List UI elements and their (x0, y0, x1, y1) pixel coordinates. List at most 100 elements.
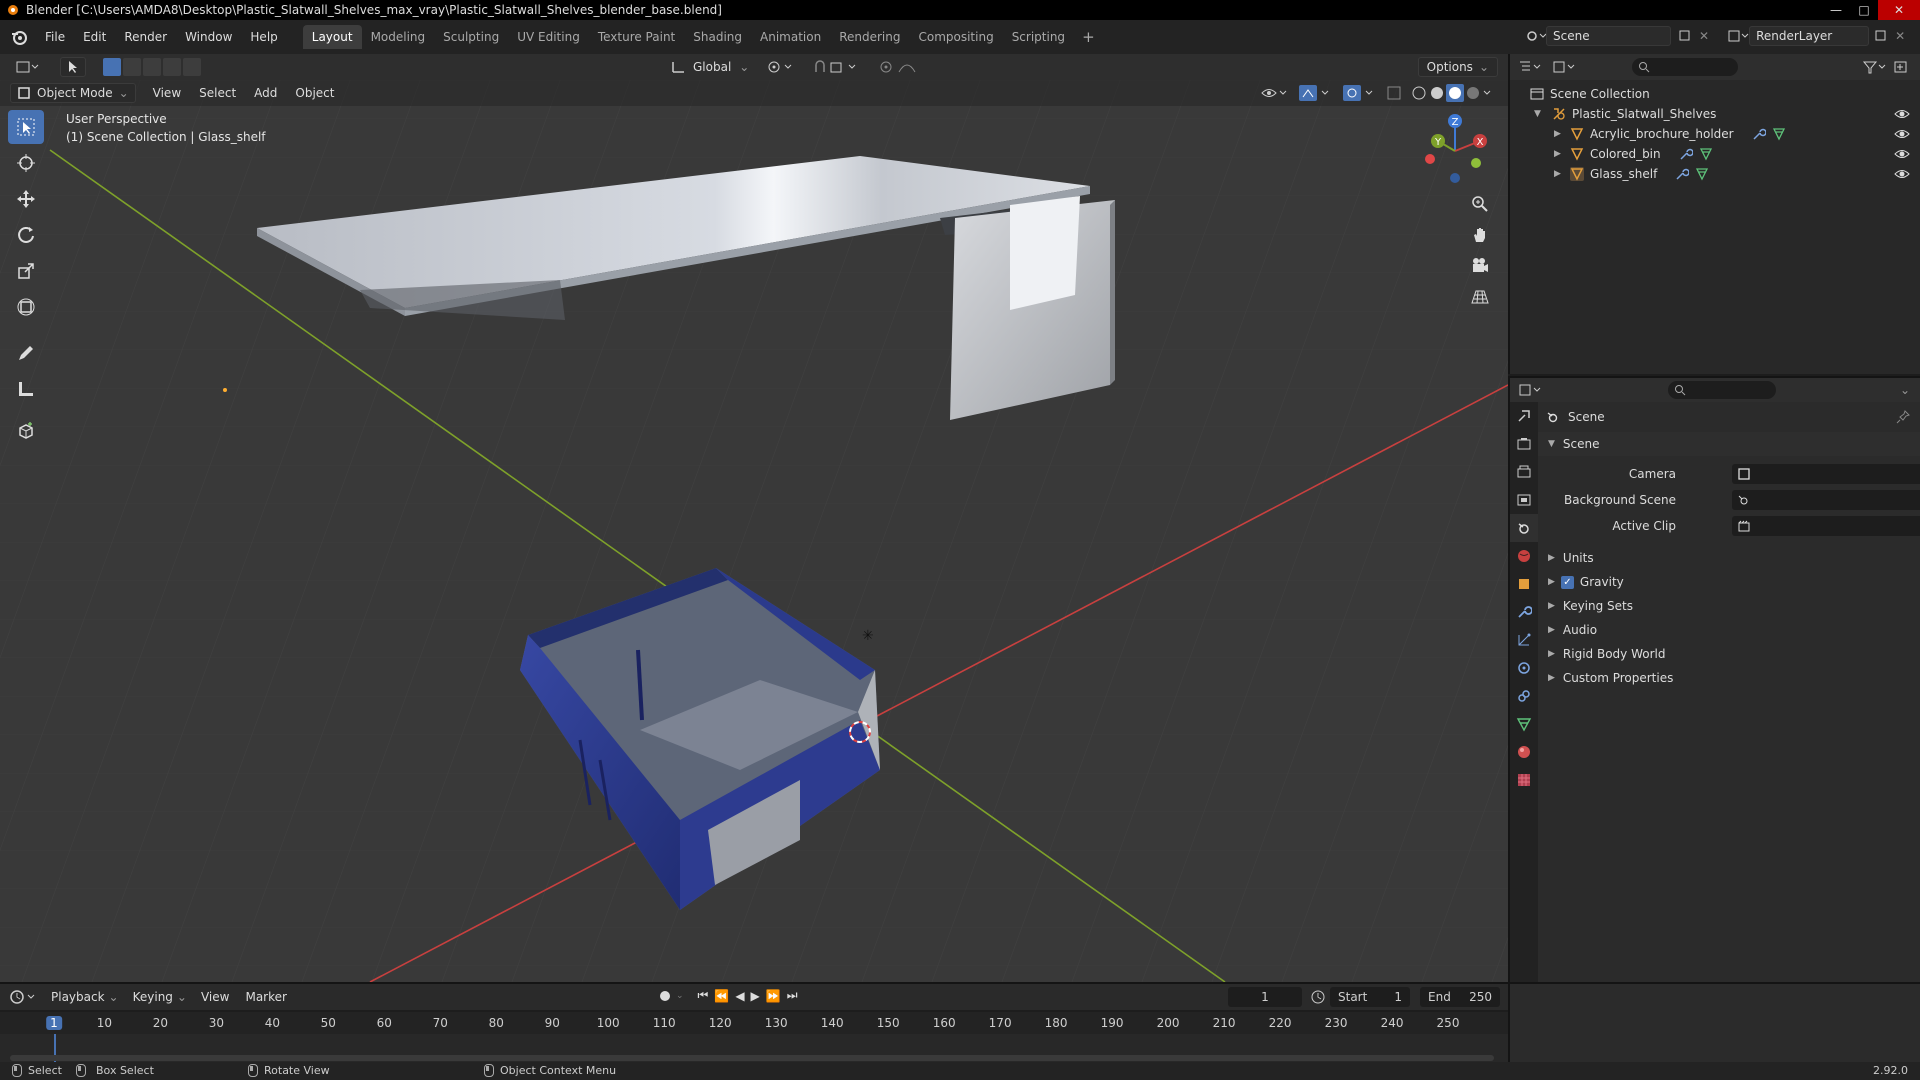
shading-mode-icons[interactable] (1410, 84, 1494, 102)
end-frame-field[interactable]: End 250 (1420, 987, 1500, 1007)
active-clip-field[interactable] (1732, 516, 1920, 536)
panel-audio-header[interactable]: ▶ Audio (1538, 618, 1920, 642)
current-frame-field[interactable]: 1 (1228, 987, 1302, 1007)
3d-viewport[interactable]: ✳ (0, 80, 1508, 982)
display-mode-icon[interactable] (1552, 59, 1578, 75)
pivot-point-icon[interactable] (762, 57, 802, 77)
acrylic-brochure-holder-object[interactable] (950, 196, 1115, 420)
tab-view-layer[interactable] (1510, 486, 1538, 514)
tab-sculpting[interactable]: Sculpting (434, 25, 508, 49)
eye-icon[interactable] (1894, 106, 1910, 122)
annotate-tool[interactable] (8, 336, 44, 370)
jump-end-icon[interactable]: ⏭ (787, 988, 798, 1003)
tab-scripting[interactable]: Scripting (1003, 25, 1074, 49)
move-tool[interactable] (8, 182, 44, 216)
chevron-down-icon[interactable]: ⌄ (676, 991, 684, 1001)
panel-rigid-body-world-header[interactable]: ▶ Rigid Body World (1538, 642, 1920, 666)
transform-orientation-dropdown[interactable]: Global ⌄ (666, 57, 754, 77)
add-workspace-button[interactable]: + (1074, 28, 1103, 46)
scene-icon[interactable] (1524, 28, 1546, 44)
scene-name-field[interactable]: Scene (1546, 26, 1671, 46)
tab-texture-paint[interactable]: Texture Paint (589, 25, 684, 49)
expand-right-icon[interactable]: ▶ (1554, 149, 1566, 159)
menu-add[interactable]: Add (249, 83, 282, 103)
tab-uv-editing[interactable]: UV Editing (508, 25, 589, 49)
zoom-icon[interactable] (1466, 190, 1494, 218)
select-mode-buttons[interactable] (98, 57, 206, 77)
select-invert-icon[interactable] (163, 58, 181, 76)
menu-render[interactable]: Render (115, 30, 176, 44)
properties-search-input[interactable] (1668, 381, 1776, 399)
start-frame-field[interactable]: Start 1 (1330, 987, 1410, 1007)
blender-logo-icon[interactable] (10, 28, 28, 46)
pan-hand-icon[interactable] (1466, 221, 1494, 249)
record-icon[interactable] (660, 990, 670, 1001)
select-tool-icon[interactable] (60, 57, 86, 77)
snap-icon[interactable] (808, 57, 868, 77)
panel-custom-properties-header[interactable]: ▶ Custom Properties (1538, 666, 1920, 690)
menu-object[interactable]: Object (290, 83, 339, 103)
panel-gravity-header[interactable]: ▶ ✓ Gravity (1538, 570, 1920, 594)
outliner-collection-row[interactable]: ▼ Plastic_Slatwall_Shelves (1510, 104, 1920, 124)
close-button[interactable]: ✕ (1878, 0, 1920, 20)
editor-type-icon[interactable] (1518, 382, 1544, 398)
tab-rendering[interactable]: Rendering (830, 25, 909, 49)
menu-file[interactable]: File (36, 30, 74, 44)
panel-keying-sets-header[interactable]: ▶ Keying Sets (1538, 594, 1920, 618)
expand-right-icon[interactable]: ▶ (1554, 129, 1566, 139)
outliner-object-glass-shelf[interactable]: ▶ Glass_shelf (1510, 164, 1920, 184)
eye-icon[interactable] (1894, 146, 1910, 162)
tab-shading[interactable]: Shading (684, 25, 751, 49)
camera-view-icon[interactable] (1466, 252, 1494, 280)
tab-render[interactable] (1510, 430, 1538, 458)
navigation-gizmo[interactable]: Z X Y (1410, 106, 1500, 196)
neg-x-axis-handle[interactable] (1425, 154, 1435, 164)
panel-units-header[interactable]: ▶ Units (1538, 546, 1920, 570)
menu-edit[interactable]: Edit (74, 30, 115, 44)
timeline-scrollbar[interactable] (10, 1055, 1494, 1061)
camera-field[interactable] (1732, 464, 1920, 484)
view-layer-icon[interactable] (1727, 28, 1749, 44)
tab-particles[interactable] (1510, 626, 1538, 654)
copy-icon[interactable] (1677, 28, 1693, 44)
new-collection-icon[interactable] (1892, 59, 1912, 75)
close-small-icon[interactable]: ✕ (1699, 29, 1709, 43)
select-extend-icon[interactable] (123, 58, 141, 76)
editor-type-icon[interactable] (10, 57, 46, 77)
outliner-object-acrylic-brochure-holder[interactable]: ▶ Acrylic_brochure_holder (1510, 124, 1920, 144)
select-subtract-icon[interactable] (143, 58, 161, 76)
minimize-button[interactable]: — (1822, 0, 1850, 20)
tab-output[interactable] (1510, 458, 1538, 486)
view-layer-field[interactable]: RenderLayer (1749, 26, 1870, 46)
tab-modifiers[interactable] (1510, 598, 1538, 626)
eye-icon[interactable] (1894, 126, 1910, 142)
tab-compositing[interactable]: Compositing (909, 25, 1002, 49)
modifier-wrench-icon[interactable] (1675, 167, 1690, 181)
outliner-search-input[interactable] (1632, 58, 1738, 76)
gravity-checkbox[interactable]: ✓ (1560, 575, 1574, 589)
select-box-tool[interactable] (8, 110, 44, 144)
modifier-wrench-icon[interactable] (1752, 127, 1766, 141)
use-preview-range-icon[interactable] (1310, 989, 1326, 1005)
tab-data[interactable] (1510, 710, 1538, 738)
xray-icon[interactable] (1386, 85, 1402, 101)
expand-right-icon[interactable]: ▶ (1554, 169, 1566, 179)
menu-marker[interactable]: Marker (240, 987, 291, 1007)
tab-constraints[interactable] (1510, 682, 1538, 710)
playback-menu[interactable]: Playback ⌄ (46, 987, 124, 1007)
tab-scene[interactable] (1510, 514, 1538, 542)
close-small-icon[interactable]: ✕ (1895, 29, 1905, 43)
neg-y-axis-handle[interactable] (1471, 158, 1481, 168)
background-scene-field[interactable] (1732, 490, 1920, 510)
expand-down-icon[interactable]: ▼ (1534, 109, 1546, 119)
select-intersect-icon[interactable] (183, 58, 201, 76)
tab-world[interactable] (1510, 542, 1538, 570)
rotate-tool[interactable] (8, 218, 44, 252)
tab-physics[interactable] (1510, 654, 1538, 682)
options-dropdown[interactable]: Options ⌄ (1417, 57, 1498, 77)
pin-icon[interactable] (1896, 410, 1910, 424)
play-icon[interactable]: ▶ (751, 989, 760, 1003)
ortho-grid-icon[interactable] (1466, 283, 1494, 311)
gizmo-toggle-icon[interactable] (1298, 84, 1334, 102)
menu-view[interactable]: View (148, 83, 186, 103)
